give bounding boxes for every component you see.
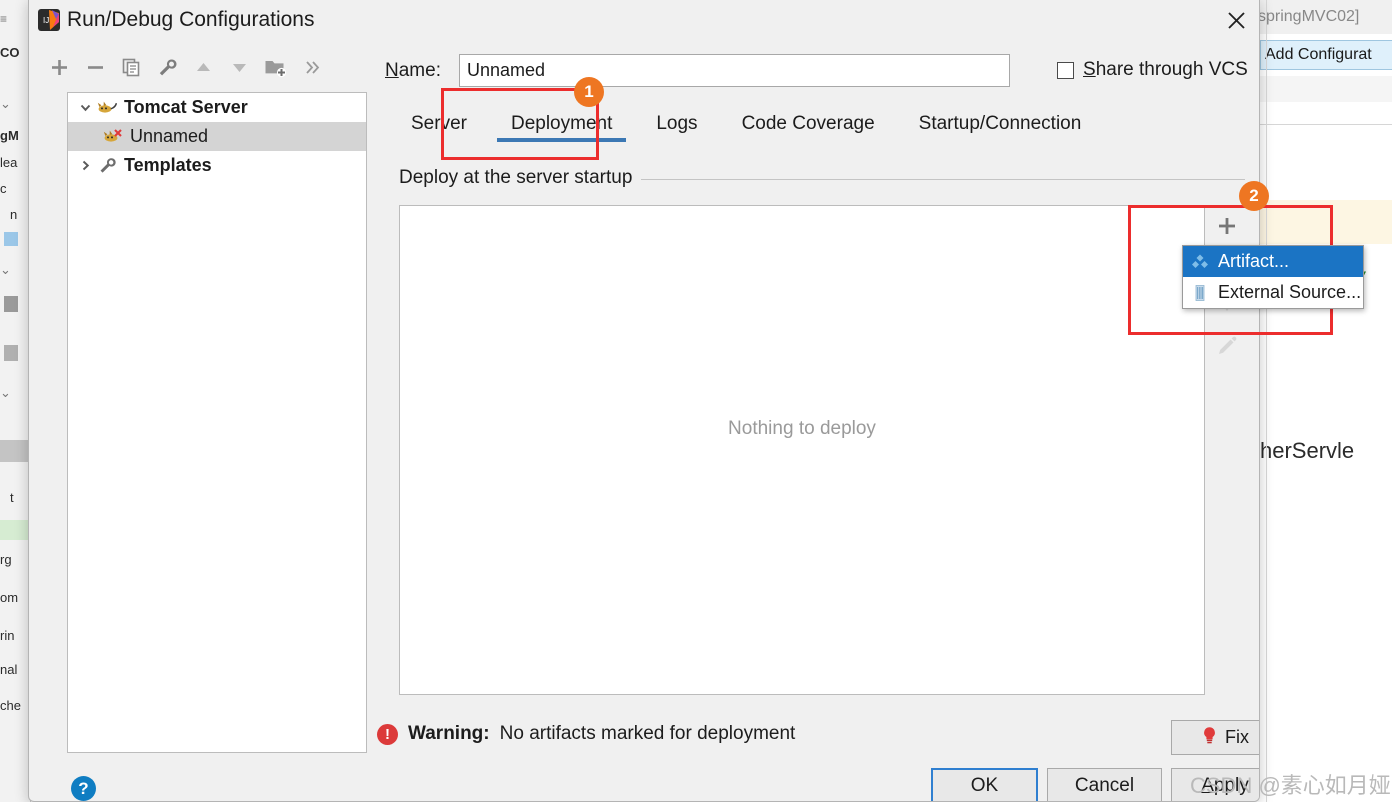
tomcat-cat-red-icon xyxy=(102,127,124,147)
bg-left-green xyxy=(0,520,30,540)
dialog-title: Run/Debug Configurations xyxy=(67,8,315,31)
bg-left-line-2: gM xyxy=(0,128,19,143)
folder-plus-icon[interactable] xyxy=(257,50,293,84)
bg-left-line-4: c xyxy=(0,181,7,196)
tree-item-templates[interactable]: Templates xyxy=(68,151,366,180)
bg-left-line-8: om xyxy=(0,590,19,605)
share-mnemonic: S xyxy=(1083,59,1096,80)
tree-item-label: Templates xyxy=(124,155,212,175)
bg-left-line-5: n xyxy=(10,207,18,222)
close-icon[interactable] xyxy=(1213,0,1259,40)
external-source-icon xyxy=(1190,283,1210,303)
apply-label-rest: pply xyxy=(1213,775,1249,796)
add-configuration-button[interactable] xyxy=(41,50,77,84)
bg-left-chip-1 xyxy=(4,232,18,246)
checkbox-box[interactable] xyxy=(1057,61,1074,79)
tab-logs[interactable]: Logs xyxy=(634,105,719,142)
ide-window-title: springMVC02] xyxy=(1258,0,1392,34)
tree-item-label: Unnamed xyxy=(130,126,209,146)
warning-text: No artifacts marked for deployment xyxy=(499,723,796,744)
bg-left-line-6: t xyxy=(10,490,14,505)
run-debug-configurations-dialog: IJ Run/Debug Configurations Tomcat Serve… xyxy=(28,0,1260,802)
ok-button[interactable]: OK xyxy=(931,768,1038,801)
chevron-down-icon[interactable] xyxy=(74,97,96,119)
ide-divider-line xyxy=(1266,0,1267,802)
deployment-list[interactable]: Nothing to deploy xyxy=(399,205,1205,695)
tree-item-unnamed[interactable]: Unnamed xyxy=(68,122,366,151)
ide-toolbar-row xyxy=(1258,76,1392,103)
bg-left-chip-2 xyxy=(4,296,18,312)
configurations-tree[interactable]: Tomcat Server Unnamed Templates xyxy=(67,92,367,753)
fix-button[interactable]: Fix xyxy=(1171,720,1259,755)
tab-code-coverage[interactable]: Code Coverage xyxy=(720,105,897,142)
cancel-button[interactable]: Cancel xyxy=(1047,768,1162,801)
bg-left-twisty-3: ⌄ xyxy=(0,385,11,400)
fix-button-label: Fix xyxy=(1225,727,1249,747)
tab-deployment[interactable]: Deployment xyxy=(489,105,634,142)
bg-left-twisty-2: ⌄ xyxy=(0,262,11,277)
tree-item-tomcat-server[interactable]: Tomcat Server xyxy=(68,93,366,122)
bg-left-line-3: lea xyxy=(0,155,18,170)
bg-left-line-9: rin xyxy=(0,628,15,643)
share-label-rest: hare through VCS xyxy=(1095,59,1248,80)
add-configuration-dropdown[interactable]: Add Configurat xyxy=(1260,40,1392,70)
bg-left-twisty: ⌄ xyxy=(0,96,11,111)
warning-message: ! Warning: No artifacts marked for deplo… xyxy=(377,723,795,745)
tree-item-label: Tomcat Server xyxy=(124,97,248,117)
tab-startup-connection[interactable]: Startup/Connection xyxy=(897,105,1104,142)
add-artifact-button[interactable] xyxy=(1205,206,1249,246)
lightbulb-icon xyxy=(1201,726,1218,750)
wrench-icon xyxy=(96,156,118,176)
configuration-tabs: Server Deployment Logs Code Coverage Sta… xyxy=(389,105,1103,145)
copy-icon[interactable] xyxy=(113,50,149,84)
dialog-titlebar: IJ Run/Debug Configurations xyxy=(29,0,1259,41)
name-label-rest: ame: xyxy=(398,60,441,81)
share-through-vcs-label: Share through VCS xyxy=(1083,59,1248,81)
bg-left-line-7: rg xyxy=(0,552,12,567)
bg-left-chip-3 xyxy=(4,345,18,361)
share-through-vcs-checkbox[interactable]: Share through VCS ? xyxy=(1057,58,1259,82)
group-separator xyxy=(641,179,1245,180)
tab-server[interactable]: Server xyxy=(389,105,489,142)
configurations-toolbar xyxy=(41,48,351,86)
artifact-diamond-icon xyxy=(1190,252,1210,272)
arrow-down-icon[interactable] xyxy=(221,50,257,84)
arrow-up-icon[interactable] xyxy=(185,50,221,84)
wrench-icon[interactable] xyxy=(149,50,185,84)
deployment-panel: Deploy at the server startup Nothing to … xyxy=(389,150,1259,705)
name-label: Name: xyxy=(385,60,441,82)
tomcat-cat-icon xyxy=(96,98,118,118)
menu-item-artifact[interactable]: Artifact... xyxy=(1183,246,1363,277)
svg-text:IJ: IJ xyxy=(43,16,49,25)
chevron-double-right-icon[interactable] xyxy=(293,50,329,84)
menu-item-label: External Source... xyxy=(1218,282,1362,302)
ide-code-identifier: herServle xyxy=(1260,438,1355,463)
menu-item-label: Artifact... xyxy=(1218,251,1290,271)
add-deployment-source-menu: Artifact... External Source... xyxy=(1182,245,1364,309)
empty-state-text: Nothing to deploy xyxy=(728,418,876,439)
ide-breadcrumb-row xyxy=(1258,102,1392,125)
apply-mnemonic: A xyxy=(1201,775,1214,796)
apply-button[interactable]: Apply xyxy=(1171,768,1259,801)
chevron-right-icon[interactable] xyxy=(74,155,96,177)
warning-prefix: Warning: xyxy=(408,723,490,744)
bg-left-line-11: che xyxy=(0,698,21,713)
bg-left-line-10: nal xyxy=(0,662,18,677)
name-label-mnemonic: N xyxy=(385,60,399,81)
help-button[interactable]: ? xyxy=(71,776,96,801)
ide-code-highlight-line xyxy=(1258,200,1392,244)
bg-left-line-1: CO xyxy=(0,45,20,60)
menu-item-external-source[interactable]: External Source... xyxy=(1183,277,1363,308)
name-input[interactable] xyxy=(459,54,1010,87)
ide-right-area: springMVC02] Add Configurat // herServle xyxy=(1258,0,1392,802)
bg-left-selection xyxy=(0,440,30,462)
ide-left-strip: ≡ CO ⌄ gM lea c n ⌄ ⌄ t rg om rin nal ch… xyxy=(0,0,31,802)
error-circle-icon: ! xyxy=(377,723,398,745)
intellij-idea-icon: IJ xyxy=(38,9,60,31)
pencil-icon[interactable] xyxy=(1205,326,1249,366)
deploy-group-title: Deploy at the server startup xyxy=(399,167,643,189)
remove-configuration-button[interactable] xyxy=(77,50,113,84)
bg-left-line-0: ≡ xyxy=(0,12,8,26)
